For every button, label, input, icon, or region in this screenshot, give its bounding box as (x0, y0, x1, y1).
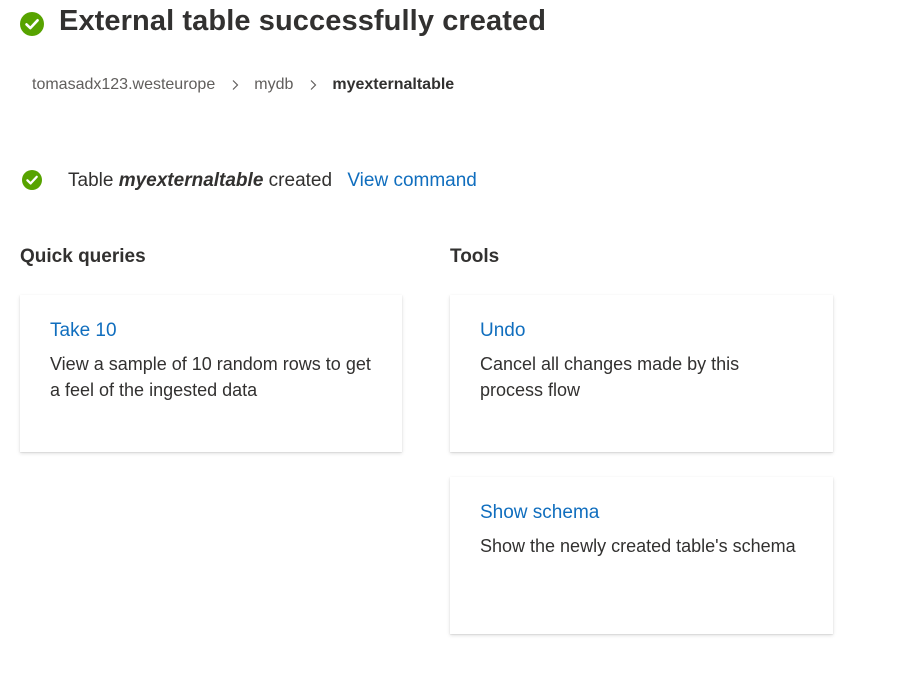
breadcrumb-item-database[interactable]: mydb (254, 76, 293, 94)
status-suffix: created (268, 170, 333, 191)
tools-heading: Tools (450, 246, 500, 267)
table-created-status: Table myexternaltable created View comma… (68, 170, 477, 192)
take-10-link[interactable]: Take 10 (50, 320, 372, 342)
show-schema-card[interactable]: Show schema Show the newly created table… (450, 477, 833, 634)
status-table-name: myexternaltable (118, 170, 264, 191)
success-check-icon (22, 170, 42, 190)
view-command-link[interactable]: View command (347, 170, 477, 191)
chevron-right-icon (228, 78, 242, 92)
take-10-card[interactable]: Take 10 View a sample of 10 random rows … (20, 295, 402, 452)
breadcrumb-item-cluster[interactable]: tomasadx123.westeurope (32, 76, 215, 94)
show-schema-link[interactable]: Show schema (480, 502, 803, 524)
take-10-description: View a sample of 10 random rows to get a… (50, 354, 371, 400)
show-schema-description: Show the newly created table's schema (480, 536, 796, 556)
chevron-right-icon (306, 78, 320, 92)
page-title: External table successfully created (59, 5, 547, 37)
breadcrumb-item-table: myexternaltable (332, 76, 455, 93)
breadcrumb: tomasadx123.westeurope mydb myexternalta… (32, 76, 454, 94)
success-check-icon (20, 12, 44, 36)
quick-queries-heading: Quick queries (20, 246, 146, 267)
undo-card[interactable]: Undo Cancel all changes made by this pro… (450, 295, 833, 452)
status-prefix: Table (68, 170, 114, 191)
undo-link[interactable]: Undo (480, 320, 803, 342)
undo-description: Cancel all changes made by this process … (480, 354, 740, 400)
